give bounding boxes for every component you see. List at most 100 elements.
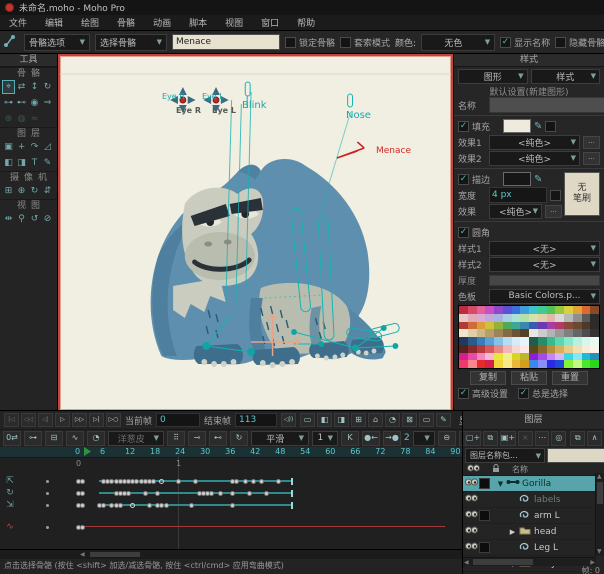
keyframe-dot[interactable]: [130, 503, 135, 508]
menu-item[interactable]: 帮助: [288, 15, 324, 30]
keyframe-dot[interactable]: [80, 503, 85, 508]
fill-effect1-options-button[interactable]: ...: [583, 136, 600, 149]
palette-swatch[interactable]: [494, 353, 503, 361]
palette-swatch[interactable]: [573, 306, 582, 314]
allow-nudge-icon[interactable]: ⊷: [209, 431, 227, 446]
timeline-docs-view-button[interactable]: ◨: [334, 413, 349, 427]
palette-swatch[interactable]: [538, 314, 547, 322]
always-select-checkbox-box[interactable]: ✓: [518, 388, 529, 399]
palette-swatch[interactable]: [520, 360, 529, 368]
stroke-color-swatch[interactable]: [503, 172, 531, 186]
keyframe-dot[interactable]: [230, 503, 235, 508]
fill-checkbox[interactable]: ✓: [458, 121, 469, 132]
layer-visibility-icon[interactable]: [463, 510, 479, 521]
palette-swatch[interactable]: [590, 322, 599, 330]
set-origin-tool[interactable]: +: [16, 141, 27, 153]
palette-swatch[interactable]: [477, 329, 486, 337]
keyframe-dot[interactable]: [80, 525, 85, 530]
palette-swatch[interactable]: [468, 345, 477, 353]
roll-camera-tool[interactable]: ↻: [29, 185, 40, 197]
reparent-bone-tool[interactable]: ⊷: [16, 97, 27, 109]
lasso-mode-checkbox-box[interactable]: [340, 37, 351, 48]
palette-swatch[interactable]: [547, 322, 556, 330]
palette-swatch[interactable]: [590, 360, 599, 368]
layers-vertical-scrollbar[interactable]: ▲ ▼: [595, 473, 604, 556]
subdivision-dropdown[interactable]: 1▼: [312, 431, 338, 446]
palette-swatch[interactable]: [590, 314, 599, 322]
palette-swatch[interactable]: [582, 353, 591, 361]
select-bone-tool[interactable]: ⌖: [3, 81, 14, 93]
palette-swatch[interactable]: [520, 337, 529, 345]
palette-swatch[interactable]: [573, 345, 582, 353]
palette-swatch[interactable]: [485, 353, 494, 361]
layer-expand-arrow[interactable]: ▼: [496, 480, 505, 488]
extra-dropdown[interactable]: ▼: [413, 431, 435, 446]
palette-dropdown[interactable]: Basic Colors.p...▼: [489, 289, 600, 304]
palette-swatch[interactable]: [477, 306, 486, 314]
palette-swatch[interactable]: [555, 337, 564, 345]
palette-swatch[interactable]: [468, 353, 477, 361]
palette-swatch[interactable]: [459, 337, 468, 345]
bone-dynamics-tool[interactable]: ≈: [29, 113, 40, 125]
delete-layer-button[interactable]: ×: [518, 431, 533, 446]
relative-keyframing-icon[interactable]: ⊸: [188, 431, 206, 446]
advanced-settings-checkbox-box[interactable]: ✓: [458, 388, 469, 399]
palette-swatch[interactable]: [547, 306, 556, 314]
stroke-effect-dropdown[interactable]: <纯色>▼: [489, 204, 542, 219]
layer-name[interactable]: arm L: [534, 511, 560, 521]
palette-swatch[interactable]: [494, 329, 503, 337]
palette-swatch[interactable]: [564, 353, 573, 361]
palette-swatch[interactable]: [529, 314, 538, 322]
palette-swatch[interactable]: [547, 353, 556, 361]
keyframe-dot[interactable]: [164, 503, 169, 508]
palette-swatch[interactable]: [538, 360, 547, 368]
layer-visibility-icon[interactable]: [463, 542, 479, 553]
palette-swatch[interactable]: [512, 329, 521, 337]
fast-forward-button[interactable]: ▷▷: [72, 413, 87, 427]
always-select-checkbox[interactable]: ✓ 总是选择: [518, 387, 568, 400]
palette-swatch[interactable]: [477, 360, 486, 368]
palette-swatch[interactable]: [590, 306, 599, 314]
palette-swatch[interactable]: [564, 360, 573, 368]
palette-swatch[interactable]: [477, 353, 486, 361]
keyframe-dot[interactable]: [80, 491, 85, 496]
keyframe-dot[interactable]: [143, 491, 148, 496]
palette-swatch[interactable]: [494, 345, 503, 353]
zoom-camera-tool[interactable]: ⊕: [16, 185, 27, 197]
select-bone-mode-dropdown[interactable]: 选择骨骼▼: [95, 34, 167, 51]
palette-swatch[interactable]: [538, 322, 547, 330]
palette-swatch[interactable]: [512, 322, 521, 330]
more-layer-options-button[interactable]: ⋯: [535, 431, 550, 446]
palette-swatch[interactable]: [477, 337, 486, 345]
palette-swatch[interactable]: [529, 306, 538, 314]
rotate-view-tool[interactable]: ↺: [29, 213, 40, 225]
show-names-checkbox-box[interactable]: ✓: [500, 37, 511, 48]
palette-swatch[interactable]: [538, 329, 547, 337]
palette-swatch[interactable]: [485, 337, 494, 345]
scale-bone-tool[interactable]: ↕: [29, 81, 40, 93]
keyframe-dot[interactable]: [155, 491, 160, 496]
layer-visibility-icon[interactable]: [463, 478, 479, 489]
sound-strip-button[interactable]: ▭: [419, 413, 434, 427]
selected-bone-channel-icon[interactable]: ∿: [3, 521, 17, 534]
palette-swatch[interactable]: [555, 306, 564, 314]
palette-swatch[interactable]: [520, 345, 529, 353]
zoom-view-tool[interactable]: ⚲: [16, 213, 27, 225]
stroke-checkbox[interactable]: ✓: [458, 174, 469, 185]
new-group-button[interactable]: ▣+: [500, 431, 516, 446]
palette-swatch[interactable]: [459, 314, 468, 322]
timeline-channels-view-button[interactable]: ▭: [300, 413, 315, 427]
palette-swatch[interactable]: [503, 360, 512, 368]
keyframe-dot[interactable]: [276, 479, 281, 484]
menu-item[interactable]: 动画: [144, 15, 180, 30]
timeline-track-area[interactable]: 061218243036424854606672788490 01⇱↻⇲∿: [0, 447, 462, 549]
eyedropper-tool[interactable]: ✎: [42, 157, 53, 169]
fill-extra-checkbox[interactable]: [545, 121, 556, 132]
menu-item[interactable]: 视图: [216, 15, 252, 30]
keyframe-dot[interactable]: [80, 479, 85, 484]
palette-swatch[interactable]: [573, 322, 582, 330]
timeline-box-button[interactable]: ⊠: [402, 413, 417, 427]
advanced-settings-checkbox[interactable]: ✓ 高级设置: [458, 387, 508, 400]
pencil-edit-button[interactable]: ✎: [436, 413, 451, 427]
palette-swatch[interactable]: [494, 360, 503, 368]
